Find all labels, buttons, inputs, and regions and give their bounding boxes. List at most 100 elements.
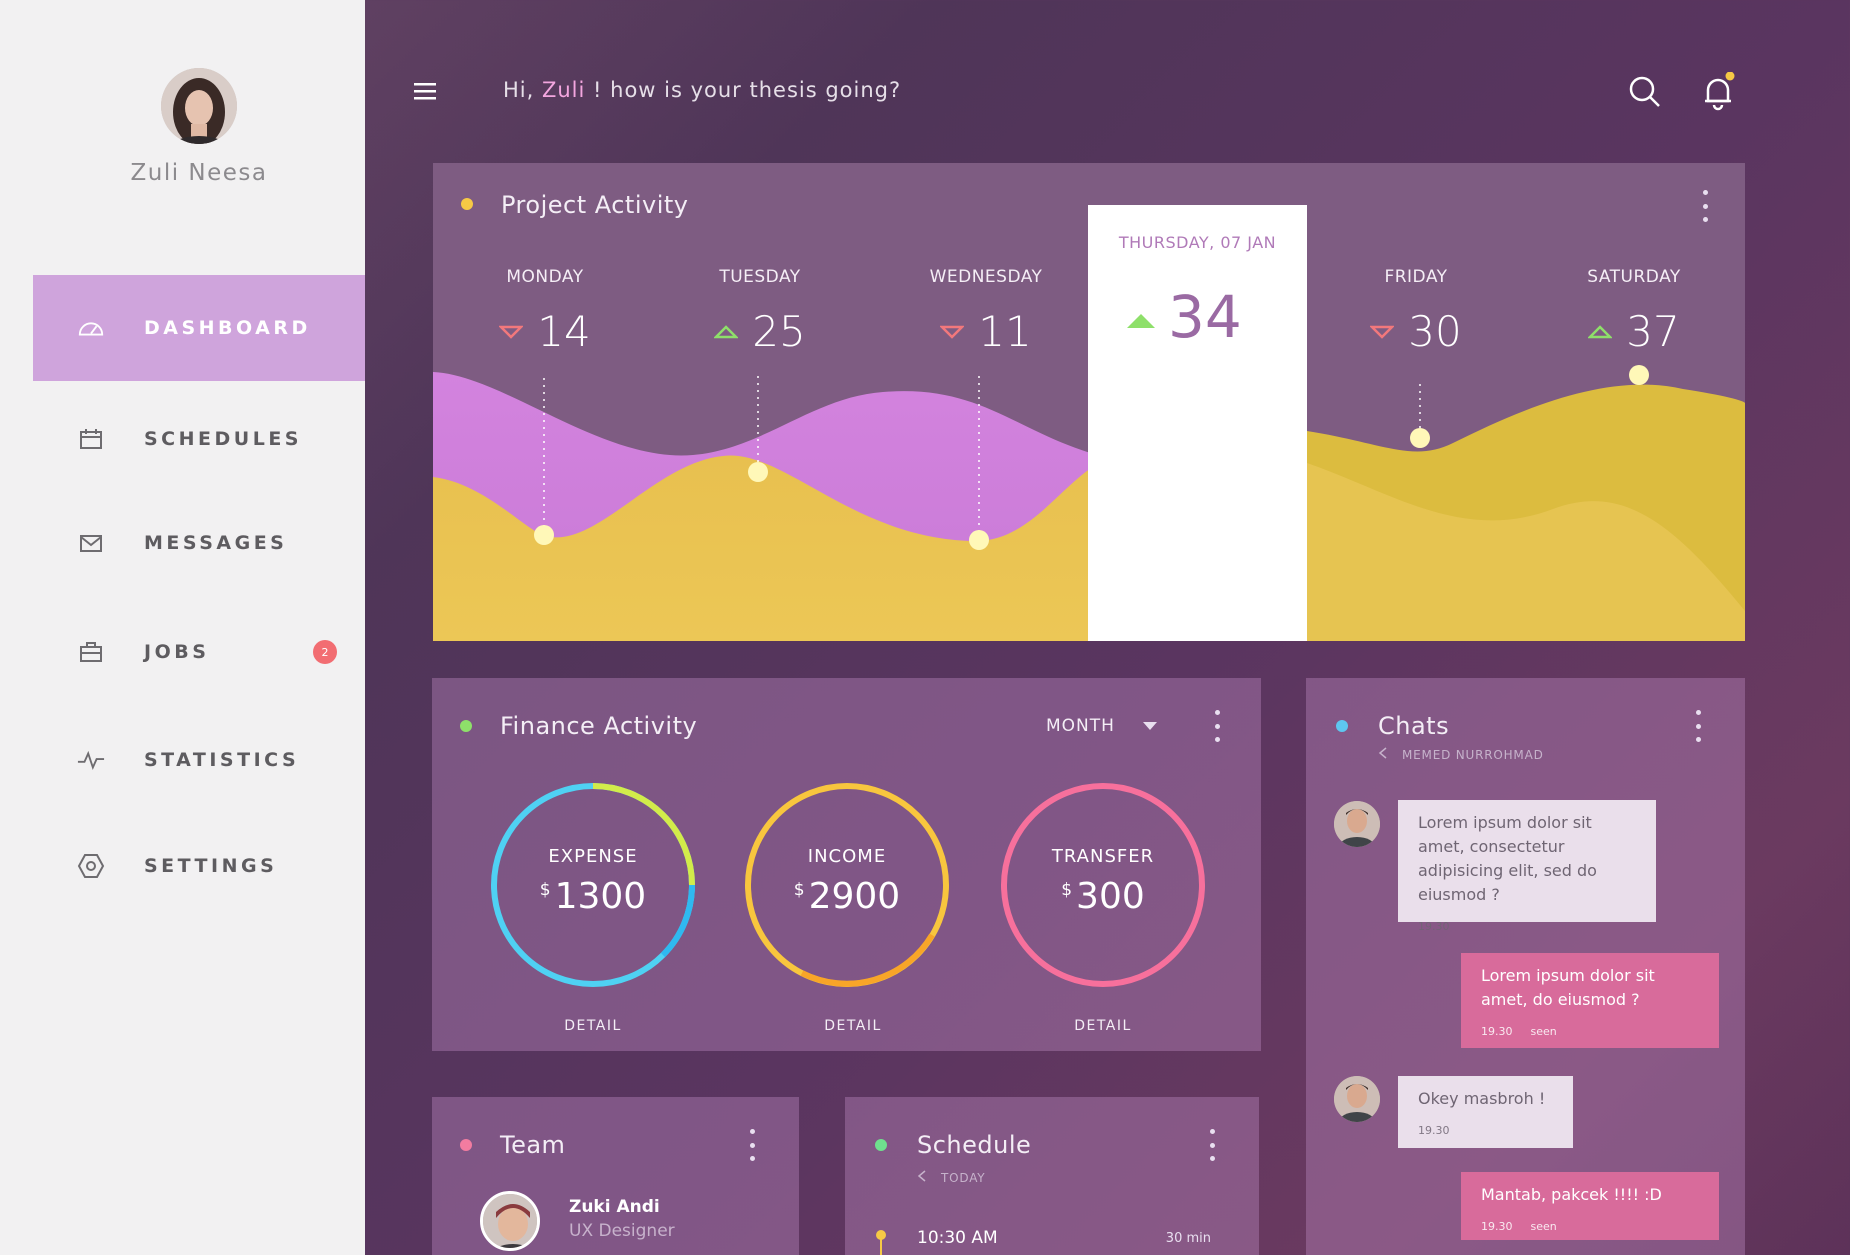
user-name: Zuli Neesa — [130, 160, 268, 186]
day-name: WEDNESDAY — [929, 267, 1043, 287]
more-options-button[interactable] — [1700, 190, 1710, 222]
day-value: 14 — [537, 307, 591, 356]
wednesday-point[interactable] — [969, 530, 989, 550]
more-options-button[interactable] — [1212, 710, 1222, 742]
card-title: Chats — [1378, 712, 1450, 740]
day-value: 30 — [1408, 307, 1462, 356]
status-dot — [875, 1139, 887, 1151]
sidebar-item-label: SETTINGS — [144, 855, 278, 877]
calendar-icon — [77, 425, 105, 453]
contact-name: MEMED NURROHMAD — [1402, 748, 1544, 762]
bell-icon — [1705, 71, 1735, 111]
message-text: Lorem ipsum dolor sit amet, do eiusmod ? — [1481, 966, 1655, 1009]
chats-card: Chats MEMED NURROHMAD Lorem ipsum dolor … — [1306, 678, 1745, 1255]
sidebar-item-jobs[interactable]: JOBS 2 — [33, 599, 365, 705]
schedule-time: 10:30 AM — [917, 1228, 998, 1248]
amount-value: 1300 — [554, 876, 647, 917]
search-button[interactable] — [1625, 72, 1665, 112]
day-value: 25 — [752, 307, 806, 356]
greeting-username: Zuli — [541, 78, 586, 102]
notification-dot — [1725, 71, 1735, 81]
day-name: FRIDAY — [1384, 267, 1448, 287]
day-saturday[interactable]: SATURDAY 37 — [1544, 267, 1724, 356]
sidebar-item-messages[interactable]: MESSAGES — [33, 490, 365, 596]
sidebar-item-settings[interactable]: SETTINGS — [33, 813, 365, 919]
more-options-button[interactable] — [1207, 1129, 1217, 1161]
card-title: Schedule — [917, 1131, 1032, 1159]
timeline-marker — [876, 1230, 886, 1255]
status-dot — [460, 1139, 472, 1151]
income-ring[interactable]: INCOME $2900 — [742, 780, 952, 990]
sidebar-item-schedules[interactable]: SCHEDULES — [33, 386, 365, 492]
sidebar-item-label: SCHEDULES — [144, 428, 302, 450]
greeting-text: Hi, Zuli ! how is your thesis going? — [503, 78, 901, 102]
card-title: Project Activity — [501, 191, 689, 219]
more-options-button[interactable] — [747, 1129, 757, 1161]
highlight-date: THURSDAY, 07 JAN — [1118, 233, 1277, 252]
pulse-icon — [77, 746, 105, 774]
highlight-value: 34 — [1168, 283, 1242, 351]
team-card: Team Zuki Andi UX Designer — [432, 1097, 799, 1255]
monday-point[interactable] — [534, 525, 554, 545]
member-avatar[interactable] — [480, 1191, 540, 1251]
card-title: Team — [500, 1131, 566, 1159]
briefcase-icon — [77, 638, 105, 666]
contact-avatar[interactable] — [1334, 1076, 1380, 1122]
day-monday[interactable]: MONDAY 14 — [455, 267, 635, 356]
greeting-prefix: Hi, — [503, 78, 542, 102]
schedule-date-nav[interactable]: TODAY — [917, 1170, 985, 1185]
expense-detail-link[interactable]: DETAIL — [488, 1018, 698, 1034]
sidebar-item-statistics[interactable]: STATISTICS — [33, 707, 365, 813]
message-bubble-received: Okey masbroh ! 19.30 — [1398, 1076, 1573, 1148]
sidebar-item-dashboard[interactable]: DASHBOARD — [33, 275, 365, 381]
schedule-day: TODAY — [941, 1171, 986, 1185]
menu-button[interactable] — [412, 78, 440, 104]
message-time: 19.30 — [1418, 920, 1450, 933]
message-text: Lorem ipsum dolor sit amet, consectetur … — [1418, 813, 1597, 904]
member-name: Zuki Andi — [569, 1197, 660, 1217]
tuesday-point[interactable] — [748, 462, 768, 482]
notifications-button[interactable] — [1698, 71, 1738, 112]
contact-avatar[interactable] — [1334, 801, 1380, 847]
trend-down-icon — [499, 325, 524, 339]
finance-activity-card: Finance Activity MONTH EXPENSE $1300 DET… — [432, 678, 1261, 1051]
jobs-count-badge: 2 — [313, 640, 337, 664]
more-options-button[interactable] — [1693, 710, 1703, 742]
member-role: UX Designer — [569, 1221, 675, 1241]
period-value: MONTH — [1046, 716, 1115, 736]
currency-symbol: $ — [793, 880, 805, 900]
schedule-duration: 30 min — [1165, 1231, 1211, 1246]
message-status: seen — [1530, 1025, 1557, 1038]
saturday-point[interactable] — [1629, 365, 1649, 385]
status-dot — [461, 198, 473, 210]
currency-symbol: $ — [539, 880, 551, 900]
day-name: MONDAY — [506, 267, 584, 287]
income-detail-link[interactable]: DETAIL — [748, 1018, 958, 1034]
message-bubble-sent: Mantab, pakcek !!!! :D 19.30 seen — [1461, 1172, 1719, 1240]
gauge-icon — [77, 314, 105, 342]
user-avatar[interactable] — [161, 68, 237, 144]
message-time: 19.30 — [1481, 1025, 1513, 1038]
period-dropdown[interactable]: MONTH — [1046, 716, 1158, 736]
transfer-ring[interactable]: TRANSFER $300 — [998, 780, 1208, 990]
greeting-suffix: ! how is your thesis going? — [585, 78, 902, 102]
day-value: 11 — [978, 307, 1032, 356]
status-dot — [1336, 720, 1348, 732]
status-dot — [460, 720, 472, 732]
message-text: Mantab, pakcek !!!! :D — [1481, 1185, 1662, 1204]
amount-value: 2900 — [808, 876, 901, 917]
day-wednesday[interactable]: WEDNESDAY 11 — [896, 267, 1076, 356]
transfer-detail-link[interactable]: DETAIL — [998, 1018, 1208, 1034]
day-name: TUESDAY — [719, 267, 801, 287]
expense-ring[interactable]: EXPENSE $1300 — [488, 780, 698, 990]
friday-point[interactable] — [1410, 428, 1430, 448]
message-bubble-received: Lorem ipsum dolor sit amet, consectetur … — [1398, 800, 1656, 933]
highlight-day-card[interactable]: THURSDAY, 07 JAN 34 — [1088, 205, 1307, 641]
trend-up-icon — [714, 324, 739, 338]
ring-label: INCOME — [807, 846, 887, 867]
message-time: 19.30 — [1418, 1124, 1450, 1137]
sidebar: Zuli Neesa DASHBOARD SCHEDULES MESSAGES … — [0, 0, 365, 1255]
day-friday[interactable]: FRIDAY 30 — [1326, 267, 1506, 356]
day-tuesday[interactable]: TUESDAY 25 — [670, 267, 850, 356]
chat-contact[interactable]: MEMED NURROHMAD — [1378, 747, 1544, 762]
